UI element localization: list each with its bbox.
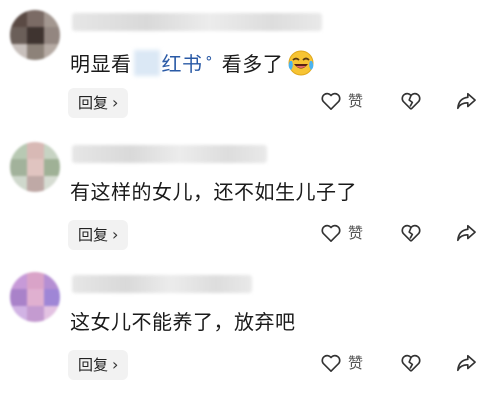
avatar[interactable] — [10, 142, 60, 192]
avatar[interactable] — [10, 10, 60, 60]
avatar-pixel — [27, 159, 44, 176]
avatar-pixel — [44, 44, 60, 60]
search-link[interactable]: 红书 — [162, 52, 203, 76]
avatar-pixel — [27, 272, 44, 289]
reply-button[interactable]: 回复 › — [68, 350, 129, 380]
comment-actions: 赞 — [320, 352, 477, 373]
dislike-button[interactable] — [400, 223, 455, 243]
share-button[interactable] — [455, 91, 477, 111]
username-blurred[interactable] — [72, 275, 252, 293]
avatar-pixel — [44, 289, 60, 306]
like-label: 赞 — [348, 92, 364, 110]
chevron-right-icon: › — [112, 93, 119, 112]
chevron-right-icon: › — [112, 355, 119, 374]
avatar-pixel — [44, 272, 60, 289]
dislike-button[interactable] — [400, 91, 455, 111]
avatar-pixel — [10, 44, 27, 60]
avatar-pixel — [27, 289, 44, 306]
avatar-pixel — [44, 159, 60, 176]
heart-icon — [321, 92, 341, 110]
comment-text: 有这样的女儿，还不如生儿子了 — [70, 180, 357, 204]
avatar-pixel — [27, 176, 44, 192]
avatar-pixel — [10, 289, 27, 306]
username-blurred[interactable] — [72, 13, 322, 31]
reply-button[interactable]: 回复 › — [68, 88, 129, 118]
comment-actions: 赞 — [320, 222, 477, 243]
comment-item: 明显看 红书⚬ 看多了 回复 › 赞 — [0, 0, 504, 130]
avatar-pixel — [44, 27, 60, 44]
broken-heart-icon — [401, 354, 421, 372]
username-blurred[interactable] — [72, 145, 267, 163]
reply-label: 回复 — [78, 356, 109, 374]
comment-actions: 赞 — [320, 90, 477, 111]
heart-icon — [321, 224, 341, 242]
reply-label: 回复 — [78, 226, 109, 244]
share-arrow-icon — [457, 92, 476, 109]
chevron-right-icon: › — [112, 225, 119, 244]
search-icon[interactable]: ⚬ — [204, 45, 215, 75]
comment-text: 明显看 红书⚬ 看多了 — [70, 45, 315, 79]
share-button[interactable] — [455, 353, 477, 373]
avatar[interactable] — [10, 272, 60, 322]
avatar-pixel — [10, 27, 27, 44]
avatar-pixel — [27, 306, 44, 322]
dislike-button[interactable] — [400, 353, 455, 373]
avatar-pixel — [44, 142, 60, 159]
avatar-pixel — [44, 10, 60, 27]
avatar-pixel — [10, 272, 27, 289]
like-button[interactable]: 赞 — [320, 222, 390, 243]
blurred-word — [133, 50, 160, 76]
comment-item: 有这样的女儿，还不如生儿子了 回复 › 赞 — [0, 132, 504, 262]
share-arrow-icon — [457, 224, 476, 241]
like-button[interactable]: 赞 — [320, 352, 390, 373]
avatar-pixel — [27, 27, 44, 44]
avatar-pixel — [10, 159, 27, 176]
broken-heart-icon — [401, 92, 421, 110]
reply-button[interactable]: 回复 › — [68, 220, 129, 250]
comment-text-prefix: 明显看 — [70, 52, 132, 76]
comment-text: 这女儿不能养了，放弃吧 — [70, 310, 296, 334]
like-label: 赞 — [348, 354, 364, 372]
avatar-pixel — [10, 306, 27, 322]
avatar-pixel — [10, 176, 27, 192]
avatar-pixel — [44, 176, 60, 192]
share-button[interactable] — [455, 223, 477, 243]
comment-text-suffix: 看多了 — [221, 52, 284, 76]
like-button[interactable]: 赞 — [320, 90, 390, 111]
comment-item: 这女儿不能养了，放弃吧 回复 › 赞 — [0, 262, 504, 392]
avatar-pixel — [44, 306, 60, 322]
share-arrow-icon — [457, 354, 476, 371]
broken-heart-icon — [401, 224, 421, 242]
heart-icon — [321, 354, 341, 372]
like-label: 赞 — [348, 224, 364, 242]
laugh-cry-emoji-icon — [288, 50, 314, 76]
avatar-pixel — [10, 10, 27, 27]
avatar-pixel — [27, 44, 44, 60]
avatar-pixel — [10, 142, 27, 159]
avatar-pixel — [27, 142, 44, 159]
reply-label: 回复 — [78, 94, 109, 112]
avatar-pixel — [27, 10, 44, 27]
